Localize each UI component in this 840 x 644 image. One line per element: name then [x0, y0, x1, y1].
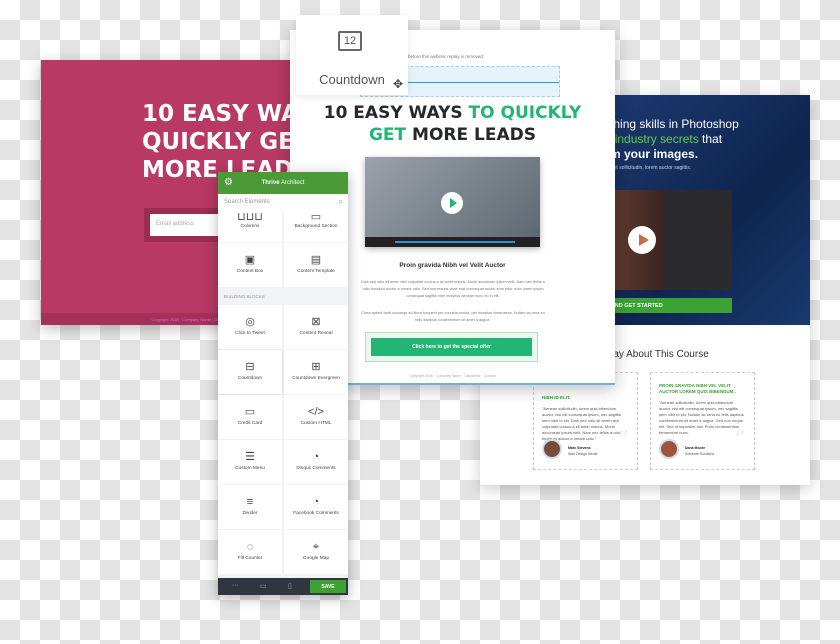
element-custom-menu[interactable]: ☰ Custom Menu — [218, 440, 282, 484]
menu-icon: ☰ — [245, 451, 255, 463]
element-content-reveal[interactable]: ⊠ Content Reveal — [284, 305, 348, 349]
quote-icon: ” — [616, 426, 629, 454]
element-divider[interactable]: ≡ Divider — [218, 485, 282, 529]
content-box-icon: ▣ — [244, 254, 256, 266]
search-icon[interactable]: ⌕ — [339, 197, 343, 207]
testimonial-card: PROIN GRAVIDA NIBH VEL VELIT AUCTOR LORE… — [650, 372, 755, 470]
testimonial-author: Marc Stevens Web Design Media — [568, 446, 598, 456]
avatar — [542, 439, 562, 459]
element-label: Countdown — [237, 376, 263, 381]
testimonial-author: Dana Moore Software Solutions — [685, 446, 715, 456]
element-label: Background Section — [294, 224, 338, 229]
play-icon[interactable] — [628, 226, 656, 254]
thrive-architect-sidebar: ⚙ Thrive Architect Search Elements ⌕ ⊔⊔⊔ Co… — [218, 172, 348, 595]
element-label: Credit Card — [237, 421, 263, 426]
page-headline: 10 EASY WAYS TO QUICKLY GET MORE LEADS — [323, 103, 582, 145]
building-blocks-grid: ◎ Click to Tweet ⊠ Content Reveal ⊟ Countdown… — [218, 305, 348, 574]
element-disqus-comments[interactable]: ◔ Disqus Comments — [284, 440, 348, 484]
element-fill-counter[interactable]: ◌ Fill Counter — [218, 530, 282, 574]
settings-icon[interactable]: ▯ — [288, 582, 292, 590]
content-template-icon: ▤ — [310, 254, 322, 266]
responsive-icon[interactable]: ▭ — [260, 582, 267, 590]
element-label: Disqus Comments — [296, 466, 336, 471]
facebook-comments-icon: ◔ — [312, 496, 320, 508]
countdown-note: before this webinar replay is removed: — [408, 54, 485, 59]
element-content-template[interactable]: ▤ Content Template — [284, 243, 348, 287]
countdown-icon: 12 — [338, 31, 362, 51]
element-google-map[interactable]: ⌖ Google Map — [284, 530, 348, 574]
special-offer-button[interactable]: Click here to get the special offer — [371, 338, 532, 356]
code-icon: </> — [308, 406, 324, 418]
element-label: Divider — [242, 511, 258, 516]
element-label: Columns — [240, 224, 260, 229]
element-label: Countdown Evergreen — [292, 376, 340, 381]
element-columns[interactable]: ⊔⊔⊔ Columns — [218, 212, 282, 242]
sidebar-header: ⚙ Thrive Architect — [218, 172, 348, 194]
element-background-section[interactable]: ▭ Background Section — [284, 212, 348, 242]
testimonial-heading: PROIN GRAVIDA NIBH VEL VELIT AUCTOR LORE… — [659, 383, 736, 394]
countdown-label: Countdown — [319, 72, 385, 87]
countdown-evergreen-icon: ⊞ — [311, 361, 321, 373]
map-pin-icon: ⌖ — [312, 541, 320, 553]
tweet-icon: ◎ — [245, 316, 255, 328]
element-credit-card[interactable]: ▭ Credit Card — [218, 395, 282, 439]
gear-icon[interactable]: ⚙ — [224, 177, 233, 188]
avatar — [659, 439, 679, 459]
element-label: Click to Tweet — [235, 331, 265, 336]
play-icon[interactable] — [441, 192, 463, 214]
testimonial-heading: NIBH ID ELIT. — [542, 395, 571, 400]
countdown-icon: ⊟ — [245, 361, 255, 373]
element-label: Google Map — [302, 556, 330, 561]
element-custom-html[interactable]: </> Custom HTML — [284, 395, 348, 439]
element-click-to-tweet[interactable]: ◎ Click to Tweet — [218, 305, 282, 349]
element-label: Fill Counter — [237, 556, 263, 561]
quote-icon: ” — [733, 426, 746, 454]
search-input[interactable]: Search Elements ⌕ — [218, 194, 348, 212]
video-controls[interactable] — [365, 237, 540, 247]
fill-counter-icon: ◌ — [246, 541, 254, 553]
element-label: Custom Menu — [235, 466, 265, 471]
element-facebook-comments[interactable]: ◔ Facebook Comments — [284, 485, 348, 529]
element-countdown[interactable]: ⊟ Countdown — [218, 350, 282, 394]
columns-icon: ⊔⊔⊔ — [237, 211, 263, 223]
element-label: Content Template — [297, 269, 335, 274]
testimonial-card: NIBH ID ELIT. "Aenean sollicitudin, lore… — [533, 372, 638, 470]
element-label: Facebook Comments — [293, 511, 339, 516]
element-label: Custom HTML — [300, 421, 332, 426]
move-icon[interactable]: ✥ — [393, 77, 403, 91]
background-section-icon: ▭ — [310, 211, 322, 223]
body-paragraph: Class aptent taciti sociosqu ad litora t… — [361, 311, 545, 322]
testimonial-text: "Aenean sollicitudin, lorem quis bibendu… — [659, 400, 744, 435]
section-label: BUILDING BLOCKS — [224, 294, 265, 299]
element-content-box[interactable]: ▣ Content Box — [218, 243, 282, 287]
element-label: Content Box — [236, 269, 264, 274]
body-paragraph: Duis sed odio sit amet nibh vulputate cu… — [361, 280, 545, 298]
content-reveal-icon: ⊠ — [311, 316, 321, 328]
offer-button-container: Click here to get the special offer — [365, 332, 538, 362]
disqus-icon: ◔ — [312, 451, 320, 463]
save-button[interactable]: SAVE — [310, 580, 346, 593]
element-countdown-evergreen[interactable]: ⊞ Countdown Evergreen — [284, 350, 348, 394]
element-grid: ⊔⊔⊔ Columns ▭ Background Section ▣ Content Bo… — [218, 212, 348, 287]
more-icon[interactable]: ··· — [232, 582, 239, 589]
element-label: Content Reveal — [299, 331, 333, 336]
search-placeholder: Search Elements — [224, 199, 270, 205]
countdown-drag-preview[interactable]: 12 Countdown ✥ — [296, 15, 408, 95]
credit-card-icon: ▭ — [244, 406, 256, 418]
sidebar-footer: ··· ▭ ▯ SAVE — [218, 578, 348, 595]
divider-icon: ≡ — [246, 496, 254, 508]
video-player[interactable] — [365, 157, 540, 247]
